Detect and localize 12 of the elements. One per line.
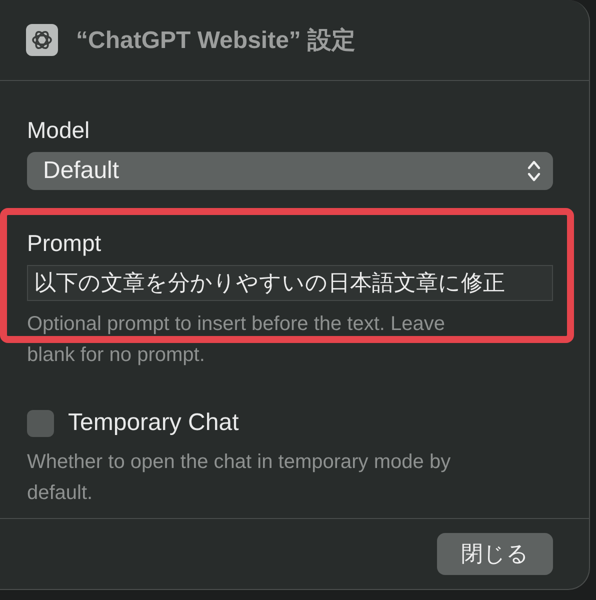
help-text: Whether to open the chat in temporary mode by default. — [27, 450, 452, 506]
close-button[interactable]: 閉じる — [437, 533, 553, 575]
field-label: Model — [27, 117, 91, 144]
knot-logo-icon — [26, 24, 58, 56]
field-label: Prompt — [27, 230, 102, 257]
checkbox[interactable] — [27, 410, 54, 436]
prompt-field[interactable]: 以下の文章を分かりやすいの日本語文章に修正 — [27, 265, 553, 301]
help-text: Optional prompt to insert before the text. Leave blank for no prompt. — [27, 312, 446, 368]
window-title: “ChatGPT Website” 設定 — [76, 26, 356, 56]
checkbox-label: Temporary Chat — [68, 409, 239, 437]
model-dropdown[interactable]: Default — [27, 152, 553, 190]
chevron-icon — [527, 159, 541, 183]
